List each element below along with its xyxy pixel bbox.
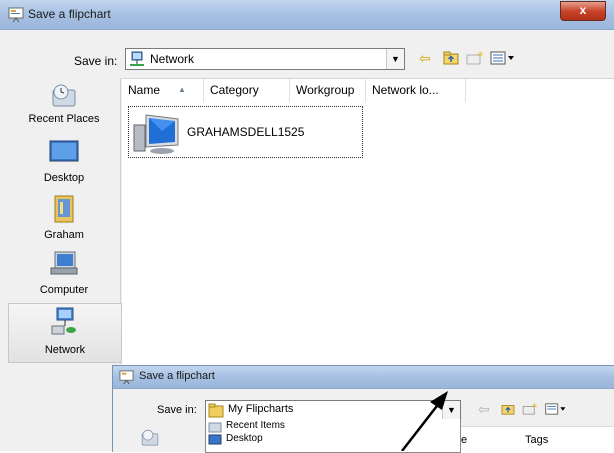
up-folder-button-inset[interactable] xyxy=(497,400,519,418)
place-label: Computer xyxy=(39,284,89,296)
svg-text:✳: ✳ xyxy=(532,403,538,410)
sort-arrow-icon: ▲ xyxy=(178,85,186,94)
place-recent-places[interactable]: Recent Places xyxy=(8,78,120,134)
save-in-dropdown[interactable]: Network ▼ xyxy=(125,48,405,70)
folder-icon xyxy=(208,403,224,418)
svg-text:✳: ✳ xyxy=(477,51,484,59)
up-folder-icon xyxy=(501,405,515,415)
place-user[interactable]: Graham xyxy=(8,191,120,248)
column-header-partial: e xyxy=(461,434,468,446)
title-bar[interactable]: Save a flipchart x xyxy=(0,0,614,30)
views-icon xyxy=(545,403,566,415)
place-label: Recent Places xyxy=(28,113,100,125)
dialog-title: Save a flipchart xyxy=(28,7,111,21)
recent-places-icon xyxy=(52,84,76,107)
title-bar-inset[interactable]: Save a flipchart xyxy=(113,366,614,389)
back-arrow-icon: ⇦ xyxy=(478,401,490,417)
places-bar: Recent Places Desktop Graham Computer Ne… xyxy=(8,78,122,364)
save-in-dropdown-list[interactable]: Recent Items Desktop xyxy=(205,419,461,453)
flipchart-icon xyxy=(8,7,24,22)
recent-items-icon xyxy=(208,422,222,433)
close-icon: x xyxy=(579,3,587,17)
column-header-category[interactable]: Category xyxy=(204,79,290,102)
list-item[interactable]: GRAHAMSDELL1525 xyxy=(128,106,363,158)
column-header-tags: Tags xyxy=(525,434,549,446)
dropdown-item-desktop[interactable]: Desktop xyxy=(206,433,460,446)
new-folder-button[interactable]: ✳ xyxy=(464,48,486,68)
column-header-network-location[interactable]: Network lo... xyxy=(366,79,466,102)
up-folder-button[interactable] xyxy=(440,48,462,68)
chevron-down-icon[interactable]: ▼ xyxy=(386,49,404,69)
desktop-icon xyxy=(49,140,79,162)
network-icon xyxy=(51,307,76,335)
flipchart-icon xyxy=(119,370,134,384)
new-folder-icon: ✳ xyxy=(466,50,484,65)
chevron-down-icon[interactable]: ▼ xyxy=(442,401,460,419)
save-in-dropdown-inset[interactable]: My Flipcharts ▼ xyxy=(205,400,461,420)
network-computer-icon xyxy=(133,114,179,154)
views-menu-button-inset[interactable] xyxy=(541,400,571,418)
recent-places-icon xyxy=(141,429,159,446)
place-label: Graham xyxy=(44,229,84,241)
save-in-value: Network xyxy=(150,52,195,66)
dialog-title-inset: Save a flipchart xyxy=(139,370,215,382)
close-button[interactable]: x xyxy=(560,1,606,21)
save-dialog: Save a flipchart x Save in: Network ▼ ⇦ … xyxy=(0,0,614,453)
desktop-icon xyxy=(208,434,222,445)
computer-icon xyxy=(50,251,78,275)
save-in-label: Save in: xyxy=(74,54,118,68)
place-label: Network xyxy=(44,344,86,356)
new-folder-icon: ✳ xyxy=(522,402,538,415)
item-name: GRAHAMSDELL1525 xyxy=(187,125,305,139)
user-folder-icon xyxy=(54,195,74,223)
save-dialog-inset: Save a flipchart Save in: My Flipcharts … xyxy=(112,365,614,453)
file-list[interactable]: Name ▲ Category Workgroup Network lo... … xyxy=(122,78,614,365)
save-in-label-inset: Save in: xyxy=(157,404,197,416)
place-label: Desktop xyxy=(43,172,85,184)
save-in-value-inset: My Flipcharts xyxy=(228,403,294,415)
views-menu-button[interactable] xyxy=(488,48,518,68)
place-desktop[interactable]: Desktop xyxy=(8,135,120,191)
column-header-name[interactable]: Name ▲ xyxy=(122,79,204,102)
place-computer[interactable]: Computer xyxy=(8,248,120,303)
up-folder-icon xyxy=(443,51,459,65)
back-arrow-icon: ⇦ xyxy=(419,50,431,66)
dropdown-item-recent-items[interactable]: Recent Items xyxy=(206,420,460,433)
back-button-inset[interactable]: ⇦ xyxy=(473,400,495,418)
column-header-workgroup[interactable]: Workgroup xyxy=(290,79,366,102)
views-icon xyxy=(490,51,514,65)
back-button[interactable]: ⇦ xyxy=(414,48,436,68)
place-network[interactable]: Network xyxy=(8,303,122,363)
network-icon xyxy=(130,51,144,66)
new-folder-button-inset[interactable]: ✳ xyxy=(519,400,541,418)
